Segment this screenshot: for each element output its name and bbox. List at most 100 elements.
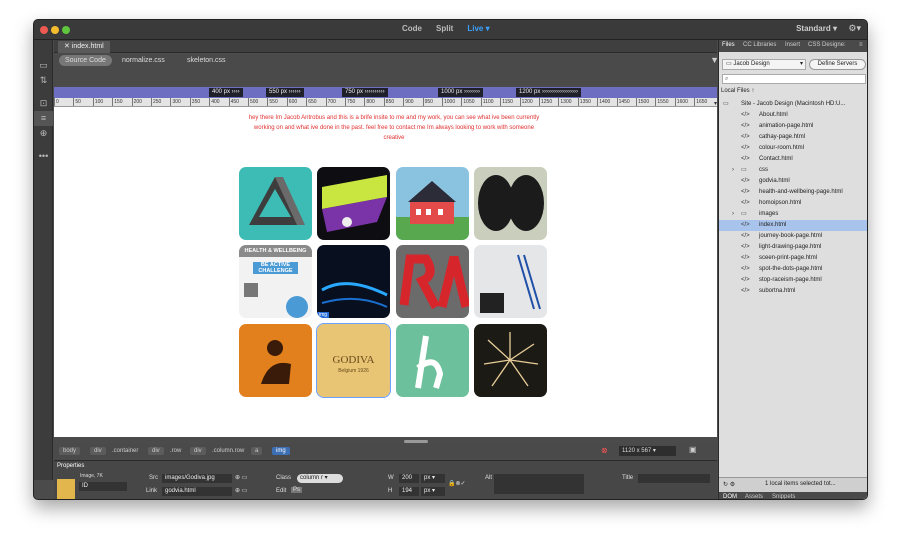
tab-snippets[interactable]: Snippets — [772, 494, 795, 499]
file-tree-item[interactable]: </> subortna.html — [719, 286, 867, 297]
local-files-header[interactable]: Local Files ↑ — [721, 88, 754, 94]
media-query-550[interactable]: 550 px ›››››› — [266, 88, 304, 97]
format-icon[interactable]: ≡ — [34, 111, 53, 126]
viewport-size-select[interactable]: 1120 x 567 ▾ — [619, 446, 676, 456]
tile-light-drawing[interactable]: img — [317, 245, 390, 318]
file-tree-item[interactable]: </> cathay-page.html — [719, 132, 867, 143]
site-select[interactable]: ▭ Jacob Design ▾ — [722, 59, 806, 70]
tab-cc-libraries[interactable]: CC Libraries — [743, 42, 776, 48]
file-tree-item[interactable]: </> stop-raceism-page.html — [719, 275, 867, 286]
source-code-tab[interactable]: Source Code — [59, 55, 112, 66]
tab-files[interactable]: Files — [722, 42, 735, 48]
error-icon[interactable]: ⊗ — [601, 446, 608, 455]
width-unit-select[interactable]: px ▾ — [421, 474, 445, 483]
file-tree-item[interactable]: </> colour-room.html — [719, 143, 867, 154]
tab-css-designer[interactable]: CSS Designe: — [808, 42, 846, 48]
minimize-window-button[interactable] — [51, 26, 59, 34]
id-field[interactable]: ID — [79, 482, 127, 491]
alt-field[interactable] — [494, 474, 584, 494]
sort-icon[interactable]: ⇅ — [34, 73, 53, 88]
file-tree-item[interactable]: </> sceen-print-page.html — [719, 253, 867, 264]
file-tree-item[interactable]: </> Contact.html — [719, 154, 867, 165]
tag-container[interactable]: .container — [112, 448, 138, 454]
tile-sketchbook[interactable] — [474, 245, 547, 318]
target-icon[interactable]: ⊕ — [34, 126, 53, 141]
link-browse-icon[interactable]: ⊕ ▭ — [235, 487, 247, 494]
media-query-400[interactable]: 400 px ›››› — [209, 88, 243, 97]
src-field[interactable]: images/Godiva.jpg — [162, 474, 232, 483]
ruler-tick: 1300 — [558, 98, 572, 106]
file-tree-item[interactable]: </> spot-the-dots-page.html — [719, 264, 867, 275]
tag-a[interactable]: a — [251, 447, 263, 455]
tile-godiva[interactable]: GODIVA Belgium 1926 — [316, 323, 391, 398]
disclosure-closed-icon[interactable]: › — [732, 209, 734, 220]
tag-div[interactable]: div — [148, 447, 164, 455]
tile-h-logo[interactable] — [396, 324, 469, 397]
image-grid: HEALTH & WELLBEING BE ACTIVE CHALLENGE i… — [239, 167, 551, 399]
zoom-window-button[interactable] — [62, 26, 70, 34]
media-query-1000[interactable]: 1000 px ›››››››› — [438, 88, 484, 97]
file-tree-item[interactable]: </> light-drawing-page.html — [719, 242, 867, 253]
tile-health[interactable]: HEALTH & WELLBEING BE ACTIVE CHALLENGE — [239, 245, 312, 318]
file-icon[interactable]: ▭ — [34, 58, 53, 73]
disclosure-open-icon[interactable]: ▾ — [714, 99, 717, 110]
src-browse-icon[interactable]: ⊕ ▭ — [235, 474, 247, 481]
file-tree-item[interactable]: › ▭ images — [719, 209, 867, 220]
tag-img[interactable]: img — [272, 447, 290, 455]
files-search-input[interactable]: ⌕ — [722, 74, 866, 84]
tile-faces[interactable] — [474, 167, 547, 240]
disclosure-closed-icon[interactable]: › — [732, 165, 734, 176]
tile-cathay[interactable] — [317, 167, 390, 240]
file-tree-item[interactable]: </> homoipson.html — [719, 198, 867, 209]
tile-figure[interactable] — [239, 324, 312, 397]
ruler-tick: 1350 — [577, 98, 591, 106]
tag-div[interactable]: div — [190, 447, 206, 455]
media-query-1200[interactable]: 1200 px ›››››››››››››››››› — [516, 88, 581, 97]
photoshop-edit-icon[interactable]: Ps — [291, 487, 303, 493]
height-label: H — [388, 488, 393, 494]
inspect-icon[interactable]: ⊡ — [34, 96, 53, 111]
file-tree-item[interactable]: </> journey-book-page.html — [719, 231, 867, 242]
width-field[interactable]: 200 — [399, 474, 419, 483]
tile-penrose[interactable] — [239, 167, 312, 240]
file-tree-item[interactable]: </> health-and-wellbeing-page.html — [719, 187, 867, 198]
file-tree-item[interactable]: ▾ ▭ Site - Jacob Design (Macintosh HD:U... — [714, 99, 867, 110]
device-preview-icon[interactable]: ▣ — [689, 445, 697, 454]
close-window-button[interactable] — [40, 26, 48, 34]
tab-dom[interactable]: DOM — [723, 494, 737, 499]
mode-split[interactable]: Split — [436, 24, 453, 33]
define-servers-button[interactable]: Define Servers — [809, 59, 866, 70]
workspace-dropdown[interactable]: Standard ▾ — [796, 24, 837, 33]
file-tree-item[interactable]: </> index.html — [719, 220, 867, 231]
tab-assets[interactable]: Assets — [745, 494, 763, 499]
tag-column-row[interactable]: .column.row — [212, 448, 244, 454]
tag-div[interactable]: div — [90, 447, 106, 455]
normalize-css-tab[interactable]: normalize.css — [122, 55, 165, 66]
constrain-lock-icon[interactable]: 🔒⊗✓ — [448, 480, 466, 487]
panel-menu-icon[interactable]: ≡ — [859, 42, 863, 48]
file-tree-item[interactable]: </> godvia.html — [719, 176, 867, 187]
tab-index-html[interactable]: ✕ index.html — [58, 41, 110, 53]
file-tree-item[interactable]: </> About.html — [719, 110, 867, 121]
mode-code[interactable]: Code — [402, 24, 422, 33]
title-field[interactable] — [638, 474, 710, 483]
height-field[interactable]: 194 — [399, 487, 419, 496]
more-icon[interactable]: ••• — [34, 149, 53, 164]
file-tree-item[interactable]: › ▭ css — [719, 165, 867, 176]
media-query-750[interactable]: 750 px ›››››››››› — [342, 88, 388, 97]
tile-dandelion[interactable] — [474, 324, 547, 397]
file-tree-item[interactable]: </> animation-page.html — [719, 121, 867, 132]
skeleton-css-tab[interactable]: skeleton.css — [187, 55, 226, 66]
class-select[interactable]: column r ▾ — [297, 474, 343, 483]
tab-insert[interactable]: Insert — [785, 42, 800, 48]
refresh-icon[interactable]: ↻ ⚙ — [723, 481, 735, 488]
tile-graffiti[interactable] — [396, 245, 469, 318]
height-unit-select[interactable]: px ▾ — [421, 487, 445, 496]
tag-body[interactable]: body — [59, 447, 81, 455]
tile-house[interactable] — [396, 167, 469, 240]
gear-icon[interactable]: ⚙▾ — [848, 23, 861, 34]
tag-row[interactable]: .row — [170, 448, 181, 454]
link-field[interactable]: godvia.html — [162, 487, 232, 496]
canvas-scrollbar[interactable] — [404, 440, 428, 443]
mode-live[interactable]: Live ▾ — [467, 24, 489, 33]
